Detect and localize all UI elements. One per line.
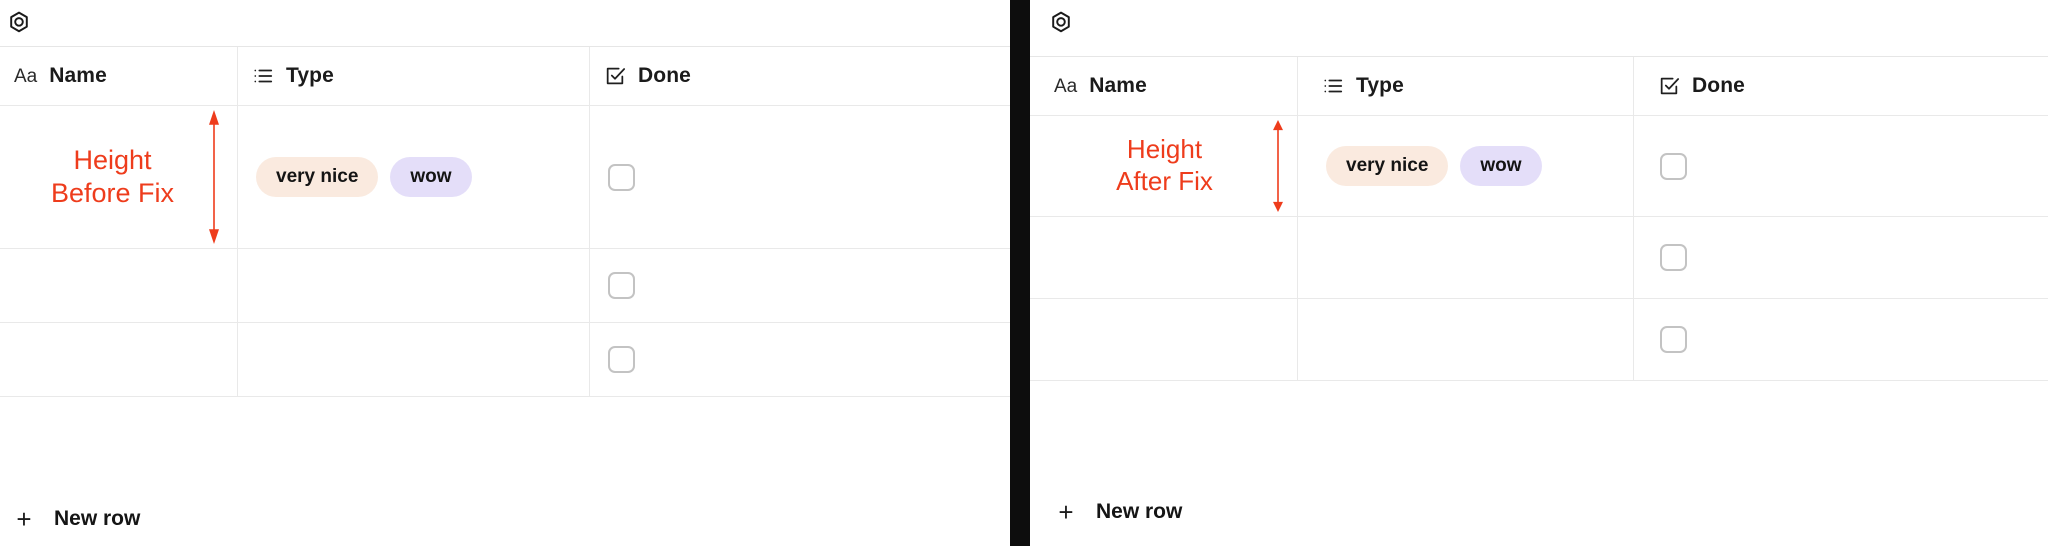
table-row[interactable]: [0, 323, 1010, 397]
cell-done[interactable]: [590, 249, 1010, 322]
panel-before-fix: Aa Name Type Done Height Before Fix very…: [0, 0, 1010, 546]
cell-type[interactable]: very nice wow: [1298, 116, 1634, 216]
column-header-label: Name: [49, 64, 107, 87]
cell-done[interactable]: [1634, 217, 2048, 298]
plus-icon: +: [16, 504, 32, 534]
column-header-type[interactable]: Type: [1298, 57, 1634, 115]
cell-name[interactable]: [0, 249, 238, 322]
cell-name[interactable]: Height Before Fix: [0, 106, 238, 248]
table-header-row: Aa Name Type Done: [0, 47, 1010, 106]
column-header-label: Type: [1356, 74, 1404, 97]
tag-chip[interactable]: wow: [1460, 146, 1542, 186]
cell-type[interactable]: [1298, 299, 1634, 380]
cell-name[interactable]: [1030, 217, 1298, 298]
height-measure-arrow: [205, 110, 223, 244]
cell-done[interactable]: [590, 323, 1010, 396]
tag-chip[interactable]: very nice: [256, 157, 379, 197]
tag-list: very nice wow: [252, 157, 472, 197]
tag-list: very nice wow: [1322, 146, 1542, 186]
done-checkbox[interactable]: [1660, 326, 1687, 353]
panel-divider: [1010, 0, 1030, 546]
column-header-name[interactable]: Aa Name: [0, 47, 238, 105]
done-checkbox[interactable]: [1660, 244, 1687, 271]
table-row[interactable]: Height Before Fix very nice wow: [0, 106, 1010, 249]
new-row-button[interactable]: + New row: [0, 492, 1010, 546]
column-header-label: Done: [1692, 74, 1745, 97]
topbar-after: [1030, 0, 2048, 46]
cell-done[interactable]: [1634, 299, 2048, 380]
cell-name[interactable]: [0, 323, 238, 396]
annotation-height-before: Height Before Fix: [50, 145, 175, 208]
column-header-name[interactable]: Aa Name: [1030, 57, 1298, 115]
height-measure-arrow: [1269, 120, 1287, 212]
cell-name[interactable]: [1030, 299, 1298, 380]
hexagon-nut-icon[interactable]: [1048, 10, 1074, 36]
topbar-before: [0, 0, 1010, 46]
done-checkbox[interactable]: [608, 163, 635, 191]
done-checkbox[interactable]: [1660, 152, 1687, 180]
cell-type[interactable]: [238, 249, 590, 322]
tag-chip[interactable]: wow: [390, 157, 472, 197]
new-row-label: New row: [1096, 500, 1183, 523]
aa-text-icon: Aa: [1054, 75, 1078, 97]
table-header-row: Aa Name Type Done: [1030, 57, 2048, 116]
table-row[interactable]: [0, 249, 1010, 323]
checkbox-check-icon: [1658, 75, 1680, 97]
list-icon: [252, 65, 274, 87]
new-row-label: New row: [54, 507, 141, 530]
plus-icon: +: [1058, 497, 1074, 527]
column-header-label: Name: [1089, 74, 1147, 97]
cell-type[interactable]: [238, 323, 590, 396]
panel-after-fix: Aa Name Type Done Height After Fix very …: [1030, 0, 2048, 546]
column-header-label: Type: [286, 64, 334, 87]
done-checkbox[interactable]: [608, 346, 635, 373]
aa-text-icon: Aa: [14, 65, 38, 87]
table-before: Aa Name Type Done Height Before Fix very…: [0, 46, 1010, 397]
cell-done[interactable]: [590, 106, 1010, 248]
checkbox-check-icon: [604, 65, 626, 87]
table-row[interactable]: Height After Fix very nice wow: [1030, 116, 2048, 217]
column-header-done[interactable]: Done: [1634, 57, 2048, 115]
new-row-button[interactable]: + New row: [1030, 485, 2048, 539]
cell-done[interactable]: [1634, 116, 2048, 216]
column-header-type[interactable]: Type: [238, 47, 590, 105]
table-row[interactable]: [1030, 217, 2048, 299]
table-after: Aa Name Type Done Height After Fix very …: [1030, 56, 2048, 381]
column-header-label: Done: [638, 64, 691, 87]
cell-type[interactable]: very nice wow: [238, 106, 590, 248]
done-checkbox[interactable]: [608, 272, 635, 299]
list-icon: [1322, 75, 1344, 97]
annotation-height-after: Height After Fix: [1116, 134, 1213, 196]
cell-name[interactable]: Height After Fix: [1030, 116, 1298, 216]
cell-type[interactable]: [1298, 217, 1634, 298]
comparison-screenshot: Aa Name Type Done Height Before Fix very…: [0, 0, 2048, 546]
tag-chip[interactable]: very nice: [1326, 146, 1449, 186]
table-row[interactable]: [1030, 299, 2048, 381]
hexagon-nut-icon[interactable]: [6, 10, 32, 36]
column-header-done[interactable]: Done: [590, 47, 1010, 105]
